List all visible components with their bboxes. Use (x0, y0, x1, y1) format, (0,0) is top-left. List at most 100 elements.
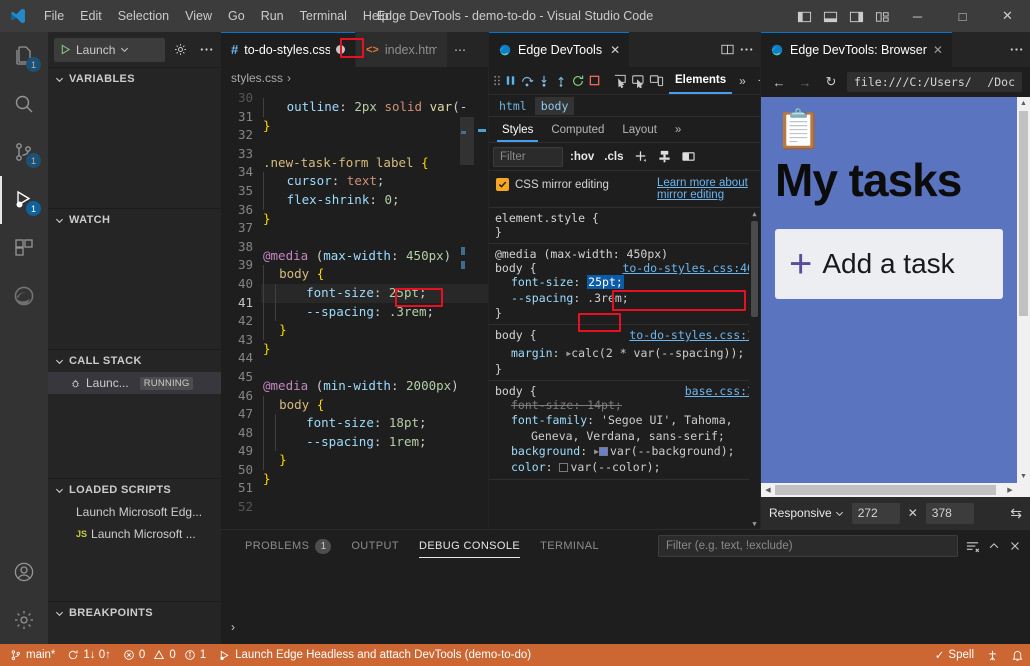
scroll-left-icon[interactable]: ◀ (761, 486, 775, 494)
menu-go[interactable]: Go (220, 5, 253, 27)
declaration-font-size[interactable]: font-size: 25pt; (489, 275, 760, 291)
scroll-up-icon[interactable]: ▲ (1017, 97, 1030, 110)
declaration-spacing[interactable]: --spacing: .3rem; (489, 291, 760, 307)
debug-console-output[interactable]: › (221, 562, 1030, 644)
stop-button[interactable] (588, 70, 601, 92)
declaration-font-family[interactable]: font-family: 'Segoe UI', Tahoma, Geneva,… (489, 413, 760, 444)
grip-icon[interactable] (493, 70, 501, 92)
css-mirror-editing-checkbox[interactable] (496, 178, 509, 191)
toggle-hov-states[interactable]: :hov (567, 151, 597, 163)
step-out-button[interactable] (554, 70, 568, 92)
declaration-property[interactable]: font-size (511, 398, 573, 412)
tab-computed[interactable]: Computed (542, 117, 613, 142)
toggle-primary-sidebar-icon[interactable] (791, 0, 817, 32)
device-mode-dropdown[interactable]: Responsive (769, 506, 844, 520)
mirror-editing-learn-more-link-line1[interactable]: Learn more about (657, 177, 753, 189)
toggle-secondary-sidebar-icon[interactable] (843, 0, 869, 32)
close-button[interactable]: ✕ (985, 0, 1030, 32)
clear-console-icon[interactable] (965, 539, 980, 554)
chevron-up-icon[interactable] (987, 539, 1001, 553)
status-problems[interactable]: 0 0 1 (117, 644, 212, 666)
call-stack-thread-row[interactable]: Launc... RUNNING (48, 372, 221, 394)
menu-file[interactable]: File (36, 5, 72, 27)
rule-selector[interactable]: element.style { (495, 211, 599, 225)
viewport-width-input[interactable]: 272 (852, 503, 900, 524)
tab-terminal[interactable]: TERMINAL (530, 530, 609, 562)
tab-edge-devtools-browser[interactable]: Edge DevTools: Browser ✕ (761, 32, 952, 67)
screencast-icon[interactable] (631, 70, 646, 92)
declaration-color[interactable]: color: var(--color); (489, 460, 760, 476)
pause-button[interactable] (504, 70, 517, 92)
back-button[interactable]: ← (769, 72, 789, 92)
styles-filter-input[interactable]: Filter (493, 147, 563, 167)
tab-debug-console[interactable]: DEBUG CONSOLE (409, 530, 530, 562)
status-sync[interactable]: 1↓ 0↑ (61, 644, 117, 666)
minimize-button[interactable]: ─ (895, 0, 940, 32)
scroll-up-icon[interactable]: ▲ (749, 208, 760, 219)
status-debug-session[interactable]: Launch Edge Headless and attach DevTools… (212, 644, 537, 666)
tab-layout[interactable]: Layout (613, 117, 666, 142)
declaration-value[interactable]: 14pt; (587, 398, 622, 412)
close-icon[interactable]: ✕ (610, 43, 620, 57)
declaration-property[interactable]: color (511, 460, 546, 474)
scroll-right-icon[interactable]: ▶ (1003, 486, 1017, 494)
rule-source-link[interactable]: base.css:1 (685, 384, 754, 398)
declaration-value[interactable]: var(--background); (610, 444, 735, 458)
section-watch-header[interactable]: WATCH (48, 209, 221, 231)
styles-scrollbar[interactable]: ▲ ▼ (749, 208, 760, 529)
declaration-property[interactable]: font-family (511, 413, 587, 427)
declaration-font-size-overridden[interactable]: font-size: 14pt; (489, 398, 760, 414)
add-a-task-button[interactable]: + Add a task (775, 229, 1003, 299)
declaration-property[interactable]: --spacing (511, 291, 573, 305)
activitybar-item-extensions[interactable] (0, 224, 48, 272)
tab-to-do-styles-css[interactable]: # to-do-styles.css (221, 32, 356, 67)
page-vertical-scrollbar[interactable]: ▲ ▼ (1017, 97, 1030, 483)
menu-terminal[interactable]: Terminal (292, 5, 355, 27)
forward-button[interactable]: → (795, 72, 815, 92)
menu-view[interactable]: View (177, 5, 220, 27)
section-call-stack-header[interactable]: CALL STACK (48, 350, 221, 372)
style-rule-base-css-1[interactable]: body { base.css:1 font-size: 14pt; font-… (489, 381, 760, 481)
chevron-down-icon[interactable] (120, 45, 129, 54)
maximize-button[interactable]: □ (940, 0, 985, 32)
rule-source-link[interactable]: to-do-styles.css:40 (622, 261, 754, 275)
browser-viewport[interactable]: 📋 My tasks + Add a task ▲ (761, 97, 1030, 483)
breadcrumb[interactable]: styles.css › (221, 67, 488, 89)
reload-button[interactable]: ↻ (821, 72, 841, 92)
section-loaded-scripts-header[interactable]: LOADED SCRIPTS (48, 479, 221, 501)
activitybar-item-explorer[interactable]: 1 (0, 32, 48, 80)
declaration-property[interactable]: margin (511, 346, 553, 360)
mirror-editing-learn-more-link-line2[interactable]: mirror editing (657, 189, 753, 201)
debug-console-filter-input[interactable]: Filter (e.g. text, !exclude) (658, 535, 958, 557)
step-into-button[interactable] (537, 70, 551, 92)
device-emulation-icon[interactable] (649, 70, 664, 92)
section-variables-header[interactable]: VARIABLES (48, 68, 221, 90)
tab-index-html[interactable]: <> index.htm (356, 32, 448, 67)
rendered-page[interactable]: 📋 My tasks + Add a task (761, 97, 1017, 483)
status-branch[interactable]: main* (4, 644, 61, 666)
close-icon[interactable]: ✕ (933, 43, 943, 57)
dirty-indicator[interactable] (336, 45, 345, 54)
editor-vertical-scrollbar[interactable] (474, 89, 488, 529)
more-actions-icon[interactable] (1009, 42, 1024, 57)
page-horizontal-scrollbar[interactable]: ◀ ▶ (761, 483, 1030, 497)
declaration-value[interactable]: calc(2 * var(--spacing)); (571, 346, 744, 360)
inspect-element-icon[interactable] (613, 70, 628, 92)
dom-crumb-body[interactable]: body (535, 97, 575, 115)
menu-selection[interactable]: Selection (110, 5, 177, 27)
step-over-button[interactable] (520, 70, 534, 92)
declaration-value[interactable]: 25pt; (587, 275, 624, 289)
close-panel-icon[interactable] (1008, 539, 1022, 553)
address-bar[interactable]: file:///C:/Users/ /Doc (847, 72, 1022, 92)
rule-selector[interactable]: body { (495, 328, 537, 342)
activitybar-item-accounts[interactable] (0, 548, 48, 596)
menu-edit[interactable]: Edit (72, 5, 110, 27)
declaration-property[interactable]: background (511, 444, 580, 458)
section-breakpoints-header[interactable]: BREAKPOINTS (48, 602, 221, 624)
viewport-height-input[interactable]: 378 (926, 503, 974, 524)
element-state-icon[interactable] (654, 147, 674, 167)
devtools-panel-tab-elements[interactable]: Elements (669, 68, 732, 94)
editor-minimap[interactable] (460, 89, 474, 529)
dom-crumb-html[interactable]: html (493, 97, 533, 115)
tab-styles[interactable]: Styles (493, 117, 542, 142)
